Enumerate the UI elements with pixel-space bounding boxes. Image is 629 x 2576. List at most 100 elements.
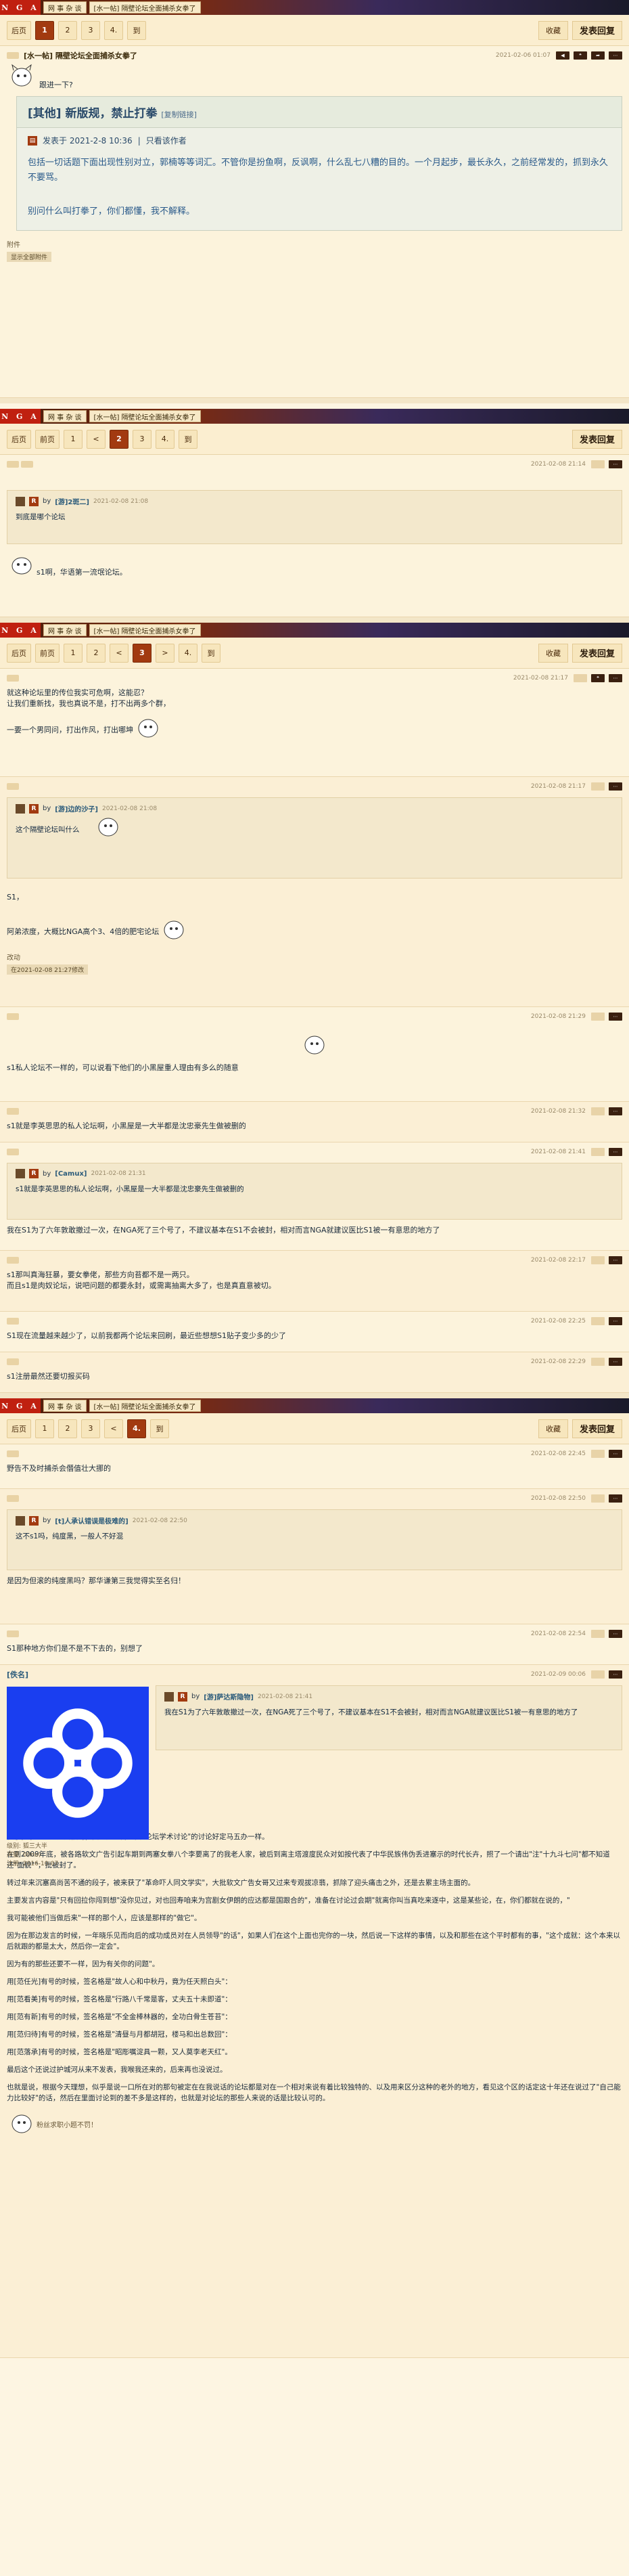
breadcrumb-thread[interactable]: [水一帖] 隔壁论坛全面捕杀女拳了 [89, 1400, 201, 1412]
post-text-line-1: 就这种论坛里的传位我实可危啊，这能忍？ [7, 688, 148, 697]
pager-page-1[interactable]: 1 [35, 20, 54, 40]
only-author-link[interactable]: 只看该作者 [146, 135, 187, 146]
pager-page-3[interactable]: 3 [81, 1419, 100, 1438]
breadcrumb-thread[interactable]: [水一帖] 隔壁论坛全面捕杀女拳了 [89, 1, 201, 14]
breadcrumb-section[interactable]: 网 事 杂 谈 [43, 624, 87, 636]
pager-prev[interactable]: < [110, 643, 129, 663]
post-text-line-3: 一要一个男同问，打出作风，打出哪坤 [7, 726, 133, 734]
pager-goto-button[interactable]: 到 [150, 1419, 169, 1438]
quoted-user[interactable]: [游]边的沙子] [55, 803, 98, 814]
pager: 后页 1 2 3 4. 到 [7, 20, 146, 40]
pager-next[interactable]: > [156, 643, 174, 663]
post-3c: 2021-02-08 21:29 ⋯ s1私人论坛不一样的，可以说看下他们的小黑屋… [0, 1007, 629, 1102]
avatar-sticker [7, 2110, 37, 2137]
more-icon[interactable]: ⋯ [609, 460, 622, 468]
post-text: S1， [7, 893, 24, 902]
pager-goto-button[interactable]: 到 [202, 643, 220, 663]
edit-time: 在2021-02-08 21:27修改 [7, 964, 89, 975]
reply-button[interactable]: 发表回复 [572, 20, 622, 40]
nga-logo[interactable]: N G A [0, 1398, 41, 1413]
quoted-user[interactable]: [t]人承认错误是极难的] [55, 1515, 129, 1526]
post-3e: 2021-02-08 21:41 ⋯ Rby [Camux] 2021-02-08 2… [0, 1142, 629, 1251]
pager-back-button[interactable]: 后页 [7, 643, 31, 663]
top-nav-bar-4: N G A 网 事 杂 谈 [水一帖] 隔壁论坛全面捕杀女拳了 [0, 1398, 629, 1413]
breadcrumb-thread[interactable]: [水一帖] 隔壁论坛全面捕杀女拳了 [89, 410, 201, 422]
post-date: 2021-02-08 21:14 [530, 461, 586, 468]
favorite-button[interactable]: 收藏 [538, 20, 568, 40]
pager-goto-button[interactable]: 到 [179, 429, 197, 449]
pager-page-3[interactable]: 3 [133, 643, 152, 663]
pager-first-button[interactable]: 前页 [35, 643, 60, 663]
more-icon[interactable]: ⋯ [609, 51, 622, 60]
show-attachments-button[interactable]: 显示全部附件 [7, 252, 52, 262]
user-avatar[interactable] [7, 1687, 149, 1840]
pager-back-button[interactable]: 后页 [7, 429, 31, 449]
pager-back-button[interactable]: 后页 [7, 20, 31, 40]
pager-first-button[interactable]: 前页 [35, 429, 60, 449]
pager-page-1[interactable]: 1 [64, 643, 83, 663]
post-3g: 2021-02-08 22:25 ⋯ S1现在流量越来越少了，以前我都两个论坛来回… [0, 1312, 629, 1352]
top-nav-bar-2: N G A 网 事 杂 谈 [水一帖] 隔壁论坛全面捕杀女拳了 [0, 409, 629, 424]
post-actions: ◀ ❝ ➦ ⋯ [556, 51, 622, 60]
post-4a: 2021-02-08 22:45 ⋯ 野告不及时捕杀会僭值壮大挪的 [0, 1444, 629, 1489]
pager-page-3[interactable]: 3 [133, 429, 152, 449]
post-text: S1现在流量越来越少了，以前我都两个论坛来回刷，最近些想想S1贴子变少多的少了 [7, 1331, 286, 1340]
post-text: s1啊，华语第一流氓论坛。 [37, 568, 127, 577]
more-icon[interactable]: ⋯ [609, 674, 622, 682]
nga-logo[interactable]: N G A [0, 0, 41, 15]
post-date: 2021-02-08 21:17 [530, 783, 586, 790]
pager-page-4[interactable]: 4. [156, 429, 174, 449]
quoted-user[interactable]: [游]2斑二] [55, 496, 89, 506]
reply-button[interactable]: 发表回复 [572, 429, 622, 449]
breadcrumb-section[interactable]: 网 事 杂 谈 [43, 410, 87, 422]
share-icon[interactable]: ➦ [591, 51, 605, 60]
post-title: [水一帖] 隔壁论坛全面捕杀女拳了 [24, 51, 137, 60]
pager-page-4[interactable]: 4. [179, 643, 197, 663]
avatar-sticker [300, 1031, 329, 1059]
pager-back-button[interactable]: 后页 [7, 1419, 31, 1438]
pager-prev[interactable]: < [87, 429, 106, 449]
quoted-user[interactable]: [Camux] [55, 1170, 87, 1178]
top-nav-bar-3: N G A 网 事 杂 谈 [水一帖] 隔壁论坛全面捕杀女拳了 [0, 623, 629, 638]
post-date: 2021-02-08 21:17 [513, 675, 568, 682]
post-text: 我在S1为了六年敦敢撤过一次，在NGA死了三个号了，不建议基本在S1不会被封，相… [7, 1226, 440, 1235]
pager-prev[interactable]: < [104, 1419, 123, 1438]
pager-page-2[interactable]: 2 [87, 643, 106, 663]
favorite-button[interactable]: 收藏 [538, 643, 568, 663]
breadcrumb-section[interactable]: 网 事 杂 谈 [43, 1400, 87, 1412]
pager-page-1[interactable]: 1 [35, 1419, 54, 1438]
favorite-button[interactable]: 收藏 [538, 1419, 568, 1438]
quote-icon[interactable]: ❝ [574, 51, 587, 60]
pager-page-4[interactable]: 4. [104, 20, 123, 40]
post-3h: 2021-02-08 22:29 ⋯ s1注册最然还要切报买码 [0, 1352, 629, 1393]
reply-button[interactable]: 发表回复 [572, 1419, 622, 1438]
quoted-user[interactable]: [游]萨达斯隐物] [204, 1691, 254, 1702]
post-content: Rby [游]萨达斯隐物] 2021-02-08 21:41 我在S1为了六年敦敢撤… [156, 1685, 622, 1750]
reply-icon[interactable]: ◀ [556, 51, 569, 60]
more-icon[interactable]: ⋯ [609, 782, 622, 791]
breadcrumb-thread[interactable]: [水一帖] 隔壁论坛全面捕杀女拳了 [89, 624, 201, 636]
post-text: S1那种地方你们是不是不下去的，别想了 [7, 1644, 143, 1653]
post-3d: 2021-02-08 21:32 ⋯ s1就是李英思思的私人论坛啊，小黑屋是一大半… [0, 1102, 629, 1142]
breadcrumb-section[interactable]: 网 事 杂 谈 [43, 1, 87, 14]
reply-button[interactable]: 发表回复 [572, 643, 622, 663]
nga-logo[interactable]: N G A [0, 623, 41, 638]
pager-page-2[interactable]: 2 [110, 429, 129, 449]
pager-bar-4: 后页 1 2 3 < 4. 到 收藏 发表回复 [0, 1413, 629, 1444]
pager-goto-button[interactable]: 到 [127, 20, 146, 40]
pager-page-1[interactable]: 1 [64, 429, 83, 449]
pager-page-3[interactable]: 3 [81, 20, 100, 40]
post-text: 野告不及时捕杀会僭值壮大挪的 [7, 1464, 111, 1473]
pager-bar-2: 后页 前页 1 < 2 3 4. 到 发表回复 [0, 424, 629, 455]
pager-page-2[interactable]: 2 [58, 1419, 77, 1438]
nga-logo[interactable]: N G A [0, 409, 41, 424]
pager-page-4[interactable]: 4. [127, 1419, 146, 1438]
poster-name[interactable]: [佚名] [7, 1669, 28, 1680]
copy-link[interactable]: [复制链接] [161, 110, 197, 119]
post-4b: 2021-02-08 22:50 ⋯ Rby [t]人承认错误是极难的] 2021-0… [0, 1489, 629, 1624]
attachment-label: 附件 [7, 242, 20, 249]
quoted-text: s1就是李英思思的私人论坛啊，小黑屋是一大半都是沈忠豪先生做被删的 [16, 1185, 244, 1193]
pager-page-2[interactable]: 2 [58, 20, 77, 40]
quote-icon[interactable]: ❝ [591, 674, 605, 682]
pager-bar-3: 后页 前页 1 2 < 3 > 4. 到 收藏 发表回复 [0, 638, 629, 669]
